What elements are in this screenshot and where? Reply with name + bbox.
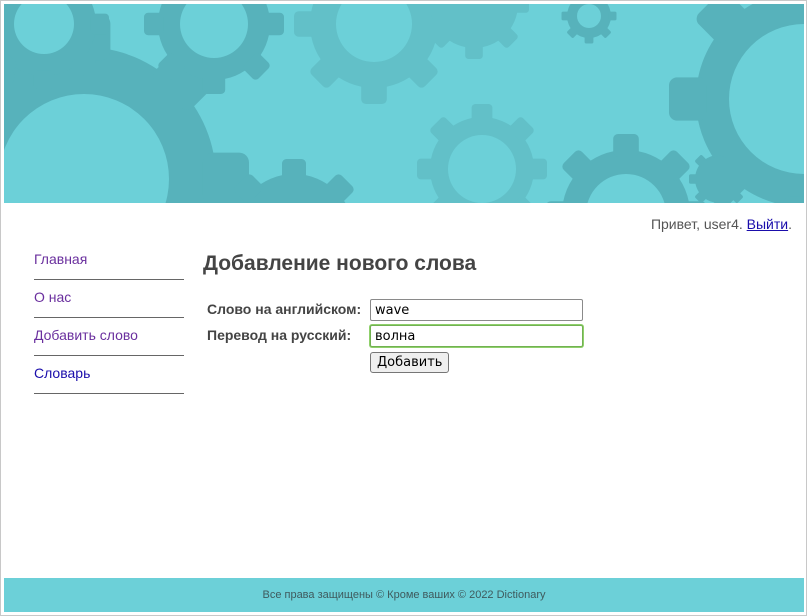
sidebar-item-add-word[interactable]: Добавить слово: [34, 318, 184, 356]
sidebar-nav: Главная О нас Добавить слово Словарь: [34, 242, 184, 394]
logout-link[interactable]: Выйти: [747, 216, 788, 232]
gears-banner-icon: [4, 4, 804, 203]
page-title: Добавление нового слова: [203, 252, 477, 275]
russian-translation-row: Перевод на русский:: [207, 325, 607, 350]
add-word-button[interactable]: Добавить: [370, 352, 450, 373]
submit-row: Добавить: [207, 351, 607, 376]
footer-copyright: Все права защищены © Кроме ваших © 2022 …: [262, 589, 546, 601]
add-word-form: Слово на английском: Перевод на русский:…: [207, 299, 607, 376]
english-word-label: Слово на английском:: [207, 301, 362, 317]
sidebar-item-home[interactable]: Главная: [34, 242, 184, 280]
english-word-input[interactable]: [370, 299, 583, 321]
user-greeting: Привет, user4. Выйти.: [651, 216, 792, 232]
russian-translation-label: Перевод на русский:: [207, 327, 352, 343]
main-content: Добавление нового слова Слово на английс…: [203, 250, 583, 373]
greeting-trailing-dot: .: [788, 216, 792, 232]
footer: Все права защищены © Кроме ваших © 2022 …: [4, 578, 804, 612]
page-frame: Привет, user4. Выйти. Главная О нас Доба…: [0, 0, 807, 616]
english-word-row: Слово на английском:: [207, 299, 607, 324]
russian-translation-input[interactable]: [370, 325, 583, 347]
sidebar-item-dictionary[interactable]: Словарь: [34, 356, 184, 394]
header-banner: [4, 4, 804, 203]
sidebar-item-about[interactable]: О нас: [34, 280, 184, 318]
greeting-text: Привет, user4.: [650, 216, 743, 232]
